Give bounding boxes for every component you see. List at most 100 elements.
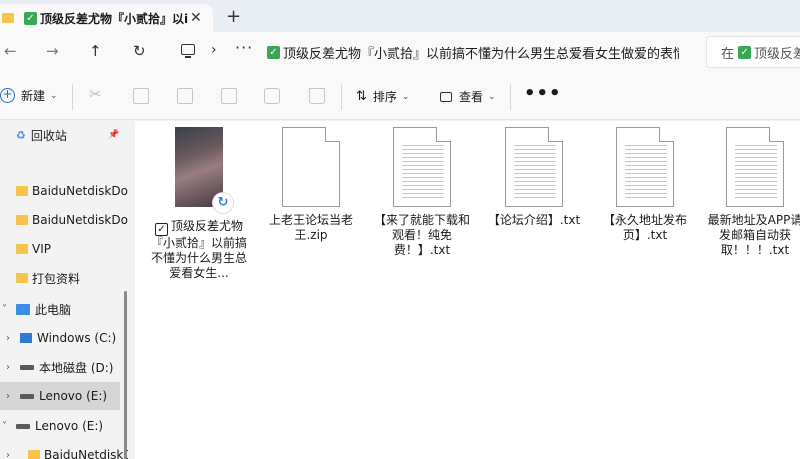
check-mark-icon: ✓ <box>24 11 37 25</box>
forward-button[interactable]: → <box>46 42 59 60</box>
chevron-right-icon[interactable]: › <box>6 333 12 344</box>
sidebar-item-baidunetdiskdownload[interactable]: BaiduNetdiskDownload <box>0 177 128 205</box>
title-bar: ✓ 顶级反差尤物『小贰拾』以i ✕ + <box>0 0 800 32</box>
pin-icon[interactable]: 📌 <box>108 130 119 140</box>
windows-drive-icon <box>20 333 32 343</box>
close-icon[interactable]: ✕ <box>190 10 202 26</box>
text-lines <box>625 142 667 200</box>
chevron-right-icon[interactable]: › <box>6 391 12 402</box>
sidebar-item-baidunetdiskdownload-2[interactable]: BaiduNetdiskDownload <box>0 206 128 234</box>
sort-button[interactable]: ⇅ 排序 ⌄ <box>356 88 409 105</box>
sidebar-scrollbar[interactable] <box>124 291 127 459</box>
drive-icon <box>20 393 34 399</box>
drive-icon <box>20 364 34 370</box>
chevron-right-icon[interactable]: › <box>211 42 217 58</box>
file-name: ✓ 顶级反差尤物『小贰拾』以前搞不懂为什么男生总爱看女生... <box>149 219 249 281</box>
sort-icon: ⇅ <box>356 89 367 104</box>
sidebar-item-lenovo-e[interactable]: › Lenovo (E:) <box>0 382 120 410</box>
file-item[interactable]: 【来了就能下载和观看！纯免费！】.txt <box>372 127 472 258</box>
text-file-icon <box>616 127 674 207</box>
paste-icon[interactable] <box>177 88 193 104</box>
sidebar-item-recycle-bin[interactable]: ♻ 回收站 📌 <box>0 121 128 149</box>
chevron-right-icon[interactable]: › <box>6 450 10 459</box>
zip-file-icon <box>282 127 340 207</box>
search-prefix: 在 <box>721 46 735 62</box>
copy-icon[interactable] <box>133 88 149 104</box>
rename-icon[interactable] <box>221 88 237 104</box>
delete-icon[interactable] <box>309 88 325 104</box>
sidebar-item-label: 此电脑 <box>35 302 72 317</box>
file-item[interactable]: ↻ ✓ 顶级反差尤物『小贰拾』以前搞不懂为什么男生总爱看女生... <box>149 127 249 281</box>
view-button[interactable]: 查看 ⌄ <box>440 88 496 105</box>
share-icon[interactable] <box>264 88 280 104</box>
sidebar-item-local-d[interactable]: › 本地磁盘 (D:) <box>0 353 128 381</box>
file-item[interactable]: 【论坛介绍】.txt <box>484 127 584 228</box>
new-button-label: 新建 <box>21 89 46 103</box>
folder-icon <box>16 244 28 254</box>
tab-current-folder[interactable]: ✓ 顶级反差尤物『小贰拾』以i ✕ <box>0 4 213 32</box>
file-name: 【论坛介绍】.txt <box>487 213 581 227</box>
folder-icon <box>2 13 14 23</box>
command-bar: + 新建 ⌄ ✂ ⇅ 排序 ⌄ 查看 ⌄ ••• <box>0 74 800 120</box>
chevron-down-icon[interactable]: ˅ <box>2 304 8 315</box>
recycle-bin-icon: ♻ <box>16 128 26 142</box>
chevron-down-icon[interactable]: ˅ <box>2 421 8 432</box>
video-thumbnail: ↻ <box>175 127 233 213</box>
breadcrumb-folder-name: 顶级反差尤物『小贰拾』以前搞不懂为什么男生总爱看女生做爱的表情 <box>283 47 679 62</box>
sidebar-item-label: Lenovo (E:) <box>35 419 104 433</box>
check-mark-icon: ✓ <box>738 45 752 59</box>
breadcrumb[interactable]: ✓ 顶级反差尤物『小贰拾』以前搞不懂为什么男生总爱看女生做爱的表情 <box>267 43 679 62</box>
sidebar-item-packed-data[interactable]: 打包资料 <box>0 264 128 292</box>
sync-status-icon: ↻ <box>213 193 233 213</box>
cut-icon[interactable]: ✂ <box>89 85 105 103</box>
sidebar-item-vip[interactable]: VIP <box>0 235 128 263</box>
divider <box>341 84 342 110</box>
computer-icon <box>16 303 30 315</box>
navigation-pane: ♻ 回收站 📌 BaiduNetdiskDownload BaiduNetdis… <box>0 121 128 459</box>
divider <box>510 84 511 110</box>
navigation-bar: ← → ↑ ↻ › ··· ✓ 顶级反差尤物『小贰拾』以前搞不懂为什么男生总爱看… <box>0 32 800 74</box>
search-placeholder: 顶级反差尤 <box>754 46 800 62</box>
plus-icon: + <box>0 88 15 103</box>
file-item[interactable]: 最新地址及APP请发邮箱自动获取！！！.txt <box>705 127 800 258</box>
file-name: 最新地址及APP请发邮箱自动获取！！！.txt <box>707 213 800 257</box>
file-item[interactable]: 【永久地址发布页】.txt <box>595 127 695 243</box>
sort-label: 排序 <box>372 90 397 104</box>
file-list: ↻ ✓ 顶级反差尤物『小贰拾』以前搞不懂为什么男生总爱看女生... 上老王论坛当老… <box>135 121 800 459</box>
sidebar-item-windows-c[interactable]: › Windows (C:) <box>0 324 128 352</box>
folder-icon <box>28 450 40 459</box>
text-lines <box>735 142 777 200</box>
breadcrumb-overflow-button[interactable]: ··· <box>235 38 253 57</box>
text-file-icon <box>393 127 451 207</box>
sidebar-item-this-pc[interactable]: ˅ 此电脑 <box>0 295 128 323</box>
tab-title: 顶级反差尤物『小贰拾』以i <box>40 11 189 26</box>
sidebar-item-baidunetdiskdownload-e[interactable]: › BaiduNetdiskDownload <box>0 441 128 459</box>
chevron-down-icon: ⌄ <box>401 91 410 102</box>
file-name: 上老王论坛当老王.zip <box>268 213 353 242</box>
sidebar-item-label: BaiduNetdiskDownload <box>32 213 128 227</box>
sidebar-item-label: 本地磁盘 (D:) <box>39 360 114 375</box>
sidebar-item-label: BaiduNetdiskDownload <box>44 448 128 459</box>
folder-icon <box>16 186 28 196</box>
sidebar-item-label: BaiduNetdiskDownload <box>32 184 128 198</box>
sidebar-item-lenovo-e-root[interactable]: ˅ Lenovo (E:) <box>0 412 128 440</box>
text-lines <box>514 142 556 200</box>
chevron-down-icon: ⌄ <box>50 90 58 101</box>
folder-icon <box>16 215 28 225</box>
more-options-button[interactable]: ••• <box>524 83 562 104</box>
sidebar-item-label: VIP <box>32 242 51 256</box>
new-button[interactable]: + 新建 ⌄ <box>0 87 58 104</box>
view-label: 查看 <box>459 90 484 104</box>
view-icon <box>440 91 452 102</box>
chevron-right-icon[interactable]: › <box>6 362 12 373</box>
refresh-button[interactable]: ↻ <box>133 42 146 60</box>
new-tab-button[interactable]: + <box>226 6 241 27</box>
file-item[interactable]: 上老王论坛当老王.zip <box>261 127 361 243</box>
folder-icon <box>16 273 28 283</box>
text-file-icon <box>726 127 784 207</box>
up-button[interactable]: ↑ <box>89 42 102 60</box>
search-input[interactable]: 在 ✓ 顶级反差尤 <box>706 36 800 68</box>
back-button[interactable]: ← <box>4 42 17 60</box>
sidebar-item-label: 回收站 <box>30 128 67 143</box>
monitor-icon[interactable] <box>181 44 195 58</box>
